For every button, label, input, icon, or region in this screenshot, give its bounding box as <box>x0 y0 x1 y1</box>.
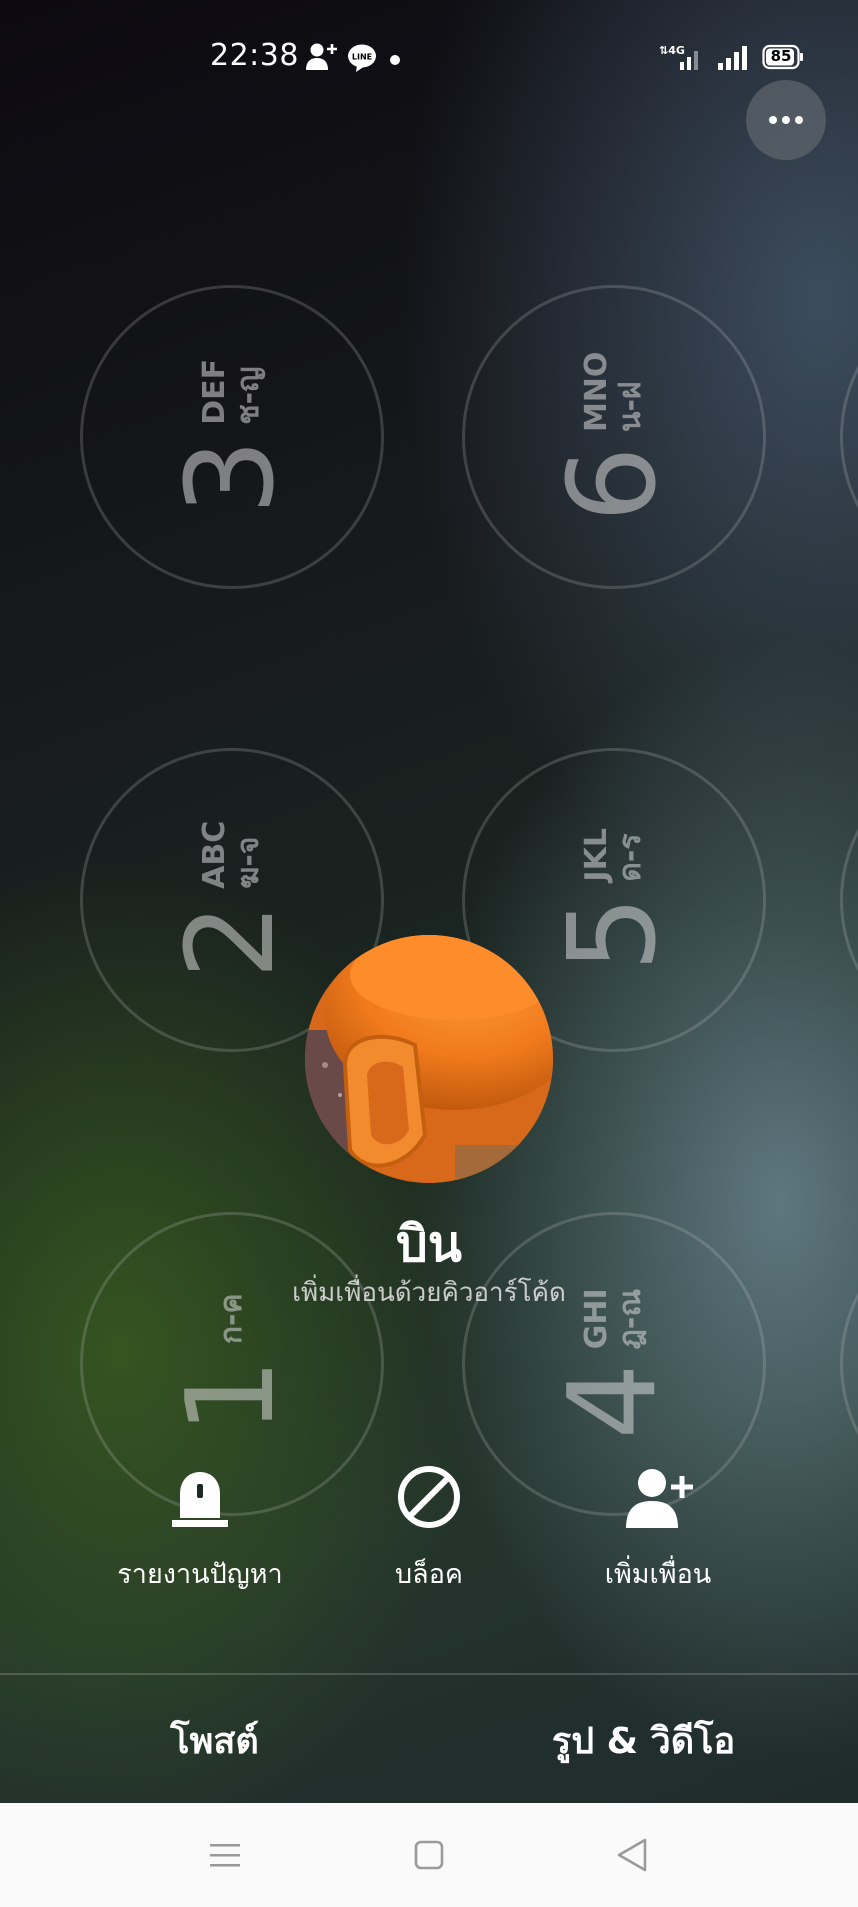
key-digit: 2 <box>162 902 301 980</box>
add-friend-button[interactable]: เพิ่มเพื่อน <box>528 1455 788 1595</box>
status-bar: 22:38 LINE ⇅4G 85 <box>0 0 858 110</box>
profile-tabs: โพสต์ รูป & วิดีโอ <box>0 1673 858 1805</box>
avatar-photo-orange-bowl <box>305 935 553 1183</box>
key-thai-letters: ฆ-จ <box>231 836 266 889</box>
cover-keypad-key-partial <box>840 748 858 1052</box>
4g-signal-icon: ⇅4G <box>658 42 702 76</box>
recent-apps-button[interactable] <box>200 1830 250 1880</box>
back-button[interactable] <box>607 1830 657 1880</box>
key-letters: JKL <box>578 828 614 882</box>
add-friend-notification-icon <box>305 42 339 76</box>
cover-keypad-key: 6 MNO น-ฝ <box>462 285 766 589</box>
key-letters: MNO <box>578 351 614 433</box>
report-button[interactable]: รายงานปัญหา <box>70 1455 330 1595</box>
dot-icon <box>389 51 401 70</box>
back-triangle-icon <box>617 1838 647 1872</box>
svg-text:⇅4G: ⇅4G <box>659 44 685 57</box>
tab-photos-videos[interactable]: รูป & วิดีโอ <box>429 1675 858 1805</box>
block-label: บล็อค <box>395 1559 463 1590</box>
report-label: รายงานปัญหา <box>117 1559 283 1590</box>
battery-level: 85 <box>770 47 792 65</box>
system-navigation-bar <box>0 1803 858 1907</box>
key-digit: 6 <box>544 446 683 523</box>
menu-lines-icon <box>210 1844 240 1867</box>
alarm-bell-icon <box>172 1472 228 1527</box>
block-button[interactable]: บล็อค <box>299 1455 559 1595</box>
key-thai-letters: น-ฝ <box>613 381 648 433</box>
home-button[interactable] <box>404 1830 454 1880</box>
key-digit: 1 <box>162 1358 301 1435</box>
svg-text:LINE: LINE <box>352 53 372 62</box>
key-letters: ABC <box>196 820 232 889</box>
block-icon <box>398 1466 460 1528</box>
cover-keypad-key: 3 DEF ช-ญ <box>80 285 384 589</box>
profile-avatar[interactable] <box>305 935 553 1183</box>
cover-keypad-key-partial <box>840 285 858 589</box>
home-square-icon <box>414 1840 444 1870</box>
battery-icon: 85 <box>762 44 804 74</box>
key-digit: 3 <box>162 438 301 516</box>
key-thai-letters: ด-ร <box>613 833 648 882</box>
status-time: 22:38 <box>210 38 299 73</box>
key-thai-letters: ช-ญ <box>231 366 266 425</box>
key-digit: 4 <box>544 1363 683 1440</box>
more-options-button[interactable] <box>746 80 826 160</box>
tab-posts[interactable]: โพสต์ <box>0 1675 429 1805</box>
key-digit: 5 <box>544 895 683 972</box>
more-dots-icon <box>769 116 803 124</box>
add-friend-icon <box>626 1469 693 1528</box>
key-letters: DEF <box>196 358 232 425</box>
cell-signal-icon <box>716 42 750 76</box>
add-friend-label: เพิ่มเพื่อน <box>604 1559 712 1590</box>
profile-subtitle: เพิ่มเพื่อนด้วยคิวอาร์โค้ด <box>292 1278 566 1308</box>
line-app-icon: LINE <box>347 43 377 77</box>
profile-screen: 3 DEF ช-ญ 6 MNO น-ฝ 2 ABC ฆ-จ 5 JKL ด-ร … <box>0 0 858 1907</box>
